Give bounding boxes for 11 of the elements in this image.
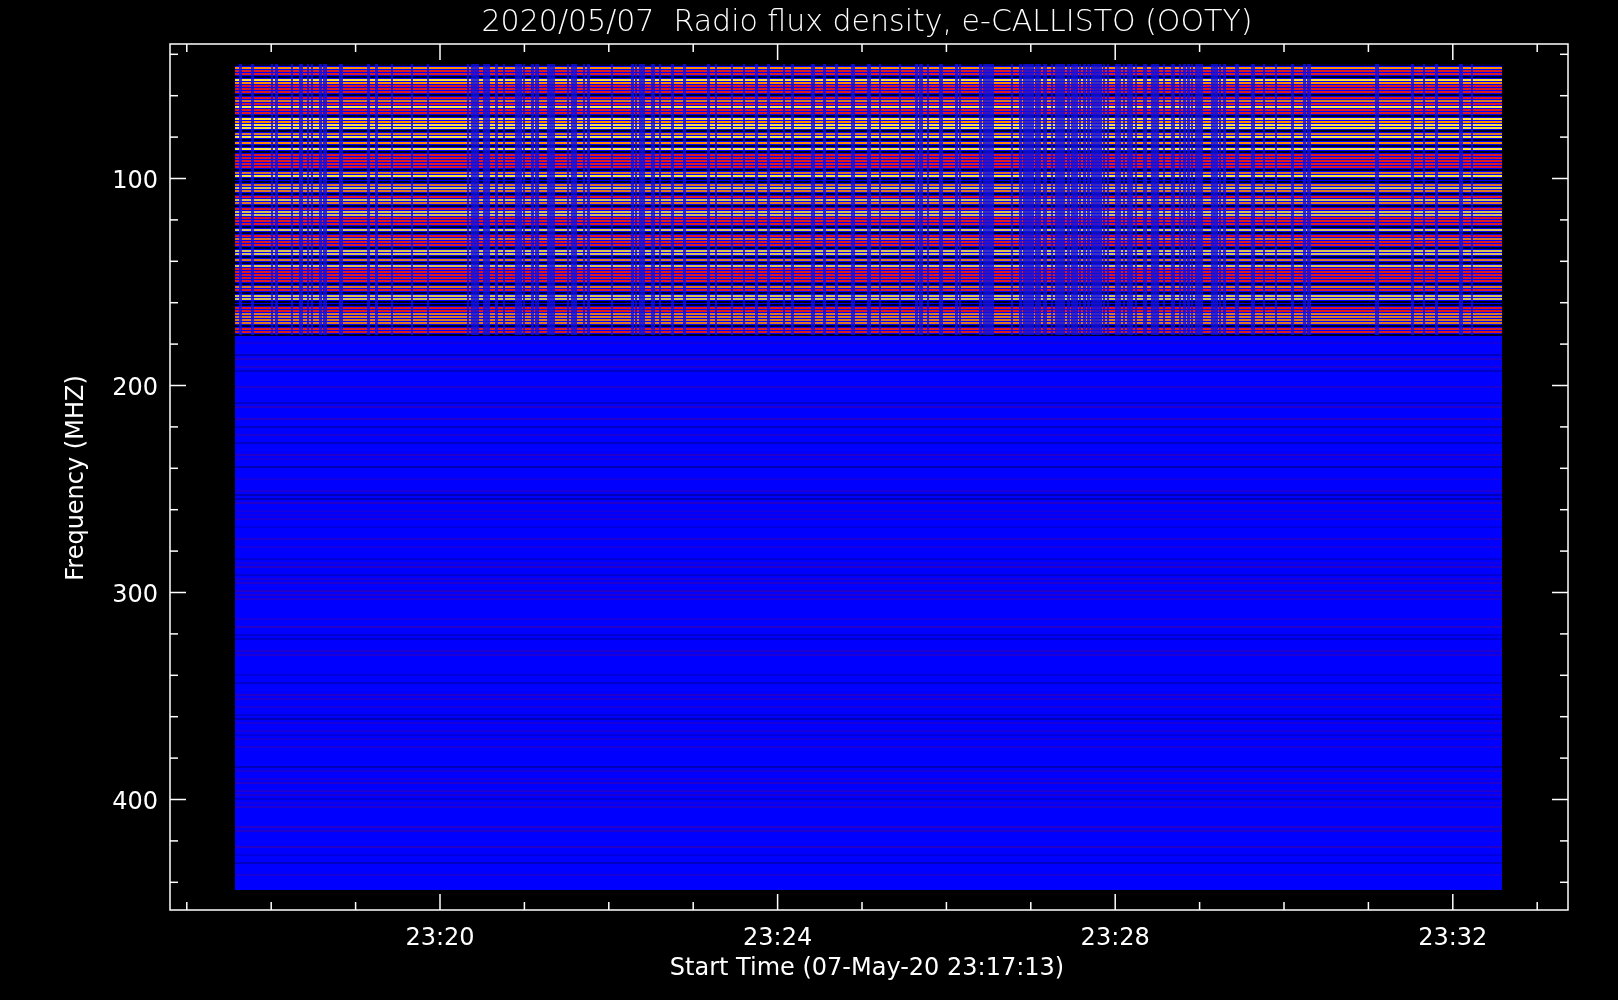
x-tick-label: 23:24 [743, 923, 813, 951]
x-axis-label: Start Time (07-May-20 23:17:13) [669, 953, 1065, 981]
y-tick-label: 300 [112, 579, 158, 608]
x-tick-label: 23:28 [1080, 923, 1150, 951]
y-axis-label: Frequency (MHZ) [61, 375, 89, 581]
x-tick-label: 23:20 [405, 923, 475, 951]
y-tick-label: 200 [112, 372, 158, 401]
y-tick-label: 100 [112, 165, 158, 194]
x-tick-label: 23:32 [1418, 923, 1488, 951]
chart-title: 2020/05/07 Radio flux density, e-CALLISTO (OOTY) [481, 3, 1253, 38]
y-tick-label: 400 [112, 786, 158, 815]
